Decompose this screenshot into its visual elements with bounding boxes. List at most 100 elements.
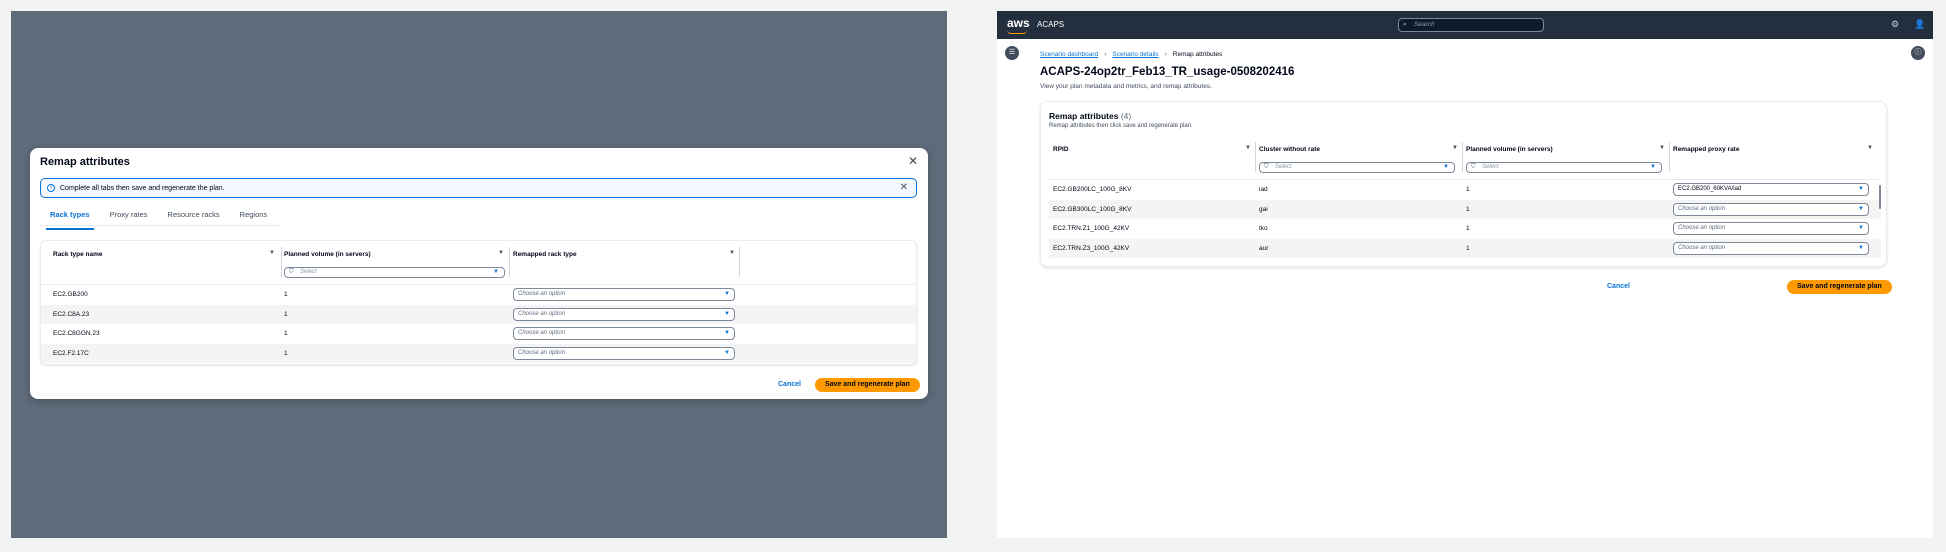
volume-filter-select[interactable]: ⛉ Select ▼	[1466, 162, 1662, 173]
item-count: (4)	[1120, 111, 1132, 121]
modal-overlay: Remap attributes ✕ i Complete all tabs t…	[11, 11, 947, 538]
remapped-proxy-rate-select[interactable]: EC2.GB200_60KVA/iad ▼	[1673, 183, 1869, 196]
cluster: tko	[1259, 225, 1268, 232]
sort-icon[interactable]: ▼	[269, 250, 275, 256]
remapped-rack-type-select[interactable]: Choose an option ▼	[513, 307, 735, 321]
column-header-planned-volume: Planned volume (in servers)	[1466, 146, 1553, 153]
menu-icon[interactable]: ☰	[1005, 46, 1019, 60]
table-body: EC2.GB200LC_100G_8KV iad 1 EC2.GB200_60K…	[1049, 180, 1881, 258]
search-icon: ⌕	[1403, 21, 1407, 28]
remapped-proxy-rate-select[interactable]: Choose an option ▼	[1673, 241, 1869, 255]
remap-attributes-card: Remap attributes (4) Remap attributes th…	[1040, 101, 1887, 267]
caret-down-icon: ▼	[724, 349, 730, 356]
aws-smile-icon	[1007, 30, 1027, 34]
cancel-button[interactable]: Cancel	[778, 381, 801, 388]
help-icon[interactable]: ⓘ	[1911, 46, 1925, 60]
info-icon: i	[47, 184, 55, 192]
app-name[interactable]: ACAPS	[1037, 20, 1064, 29]
remapped-rack-type-select[interactable]: Choose an option ▼	[513, 346, 735, 360]
sort-icon[interactable]: ▼	[1452, 145, 1458, 151]
sort-icon[interactable]: ▼	[1867, 145, 1873, 151]
column-divider	[739, 247, 740, 277]
rpid: EC2.TRN.Z3_100G_42KV	[1053, 244, 1130, 252]
remapped-rack-type-select[interactable]: Choose an option ▼	[513, 288, 735, 301]
column-header-rpid: RPID	[1053, 146, 1069, 153]
planned-volume: 1	[1466, 244, 1470, 252]
caret-down-icon: ▼	[724, 310, 730, 317]
column-divider	[1669, 142, 1670, 172]
cluster: iad	[1259, 186, 1268, 193]
remapped-proxy-rate-select[interactable]: Choose an option ▼	[1673, 222, 1869, 235]
column-divider	[1255, 142, 1256, 172]
rpid: EC2.GB300LC_100G_8KV	[1053, 205, 1132, 213]
table-header: Rack type name ▼ Planned volume (in serv…	[41, 241, 916, 285]
planned-volume: 1	[284, 330, 288, 337]
sort-icon[interactable]: ▼	[498, 250, 504, 256]
table-row: EC2.F2.17C 1 Choose an option ▼	[41, 343, 916, 363]
breadcrumb-scenario-dashboard[interactable]: Scenario dashboard	[1040, 51, 1098, 58]
sort-icon[interactable]: ▼	[729, 250, 735, 256]
table-row: EC2.GB200 1 Choose an option ▼	[41, 285, 916, 305]
user-icon[interactable]: 👤	[1914, 19, 1925, 30]
filter-icon: ⛉	[289, 269, 294, 275]
remapped-rack-type-select[interactable]: Choose an option ▼	[513, 327, 735, 340]
search-input[interactable]: ⌕ Search	[1398, 18, 1544, 32]
rack-type-name: EC2.C8A.23	[53, 310, 90, 318]
remap-attributes-modal: Remap attributes ✕ i Complete all tabs t…	[30, 148, 928, 399]
info-alert: i Complete all tabs then save and regene…	[40, 178, 917, 198]
cluster-filter-select[interactable]: ⛉ Select ▼	[1259, 162, 1455, 173]
column-header-cluster-without-rate: Cluster without rate	[1259, 146, 1321, 153]
rpid: EC2.TRN.Z1_100G_42KV	[1053, 225, 1130, 232]
table-row: EC2.TRN.Z1_100G_42KV tko 1 Choose an opt…	[1049, 219, 1881, 239]
column-header-planned-volume: Planned volume (in servers)	[284, 251, 371, 258]
chevron-right-icon: ›	[1164, 51, 1167, 58]
filter-icon: ⛉	[1264, 164, 1269, 170]
settings-icon[interactable]: ⚙	[1891, 19, 1899, 30]
planned-volume: 1	[1466, 186, 1470, 193]
modal-title: Remap attributes	[40, 156, 130, 168]
table-row: EC2.TRN.Z3_100G_42KV aur 1 Choose an opt…	[1049, 238, 1881, 258]
tab-proxy-rates[interactable]: Proxy rates	[100, 208, 158, 225]
planned-volume: 1	[1466, 205, 1470, 213]
table-row: EC2.C8A.23 1 Choose an option ▼	[41, 304, 916, 324]
table-body: EC2.GB200 1 Choose an option ▼ EC2.C8A.23…	[41, 285, 916, 363]
caret-down-icon: ▼	[1650, 164, 1656, 170]
card-title: Remap attributes (4)	[1049, 111, 1132, 121]
breadcrumb-scenario-details[interactable]: Scenario details	[1112, 51, 1158, 58]
table-row: EC2.C8GGN.23 1 Choose an option ▼	[41, 324, 916, 344]
alert-text: Complete all tabs then save and regenera…	[60, 184, 225, 192]
planned-volume: 1	[1466, 225, 1470, 232]
close-icon[interactable]: ✕	[908, 154, 918, 168]
remap-table: RPID ▼ Cluster without rate ▼ Planned vo…	[1049, 136, 1881, 261]
column-divider	[281, 247, 282, 277]
dismiss-alert-icon[interactable]: ✕	[900, 182, 908, 193]
page-title: ACAPS-24op2tr_Feb13_TR_usage-0508202416	[1040, 66, 1295, 78]
rack-type-name: EC2.C8GGN.23	[53, 330, 100, 337]
caret-down-icon: ▼	[493, 269, 499, 275]
column-header-remapped-rack-type: Remapped rack type	[513, 251, 577, 258]
page-description: View your plan metadata and metrics, and…	[1040, 83, 1212, 90]
table-scrollbar[interactable]	[1879, 185, 1881, 209]
volume-filter-select[interactable]: ⛉ Select ▼	[284, 267, 505, 278]
rpid: EC2.GB200LC_100G_8KV	[1053, 186, 1132, 193]
remapped-proxy-rate-select[interactable]: Choose an option ▼	[1673, 202, 1869, 216]
cancel-button[interactable]: Cancel	[1607, 283, 1630, 290]
planned-volume: 1	[284, 349, 288, 357]
top-navigation: aws ACAPS ⌕ Search ⚙ 👤	[997, 11, 1933, 39]
sort-icon[interactable]: ▼	[1245, 145, 1251, 151]
save-and-regenerate-button[interactable]: Save and regenerate plan	[815, 378, 920, 392]
tab-resource-racks[interactable]: Resource racks	[158, 208, 230, 225]
column-divider	[509, 247, 510, 277]
table-row: EC2.GB200LC_100G_8KV iad 1 EC2.GB200_60K…	[1049, 180, 1881, 200]
table-row: EC2.GB300LC_100G_8KV gai 1 Choose an opt…	[1049, 199, 1881, 219]
sort-icon[interactable]: ▼	[1659, 145, 1665, 151]
save-and-regenerate-button[interactable]: Save and regenerate plan	[1787, 280, 1892, 294]
caret-down-icon: ▼	[724, 330, 730, 336]
tab-list: Rack types Proxy rates Resource racks Re…	[40, 208, 280, 230]
rack-types-table: Rack type name ▼ Planned volume (in serv…	[40, 240, 917, 365]
tab-regions[interactable]: Regions	[230, 208, 278, 225]
table-header: RPID ▼ Cluster without rate ▼ Planned vo…	[1049, 136, 1881, 180]
tab-rack-types[interactable]: Rack types	[40, 208, 100, 230]
chevron-right-icon: ›	[1104, 51, 1107, 58]
aws-logo[interactable]: aws	[1007, 16, 1030, 34]
